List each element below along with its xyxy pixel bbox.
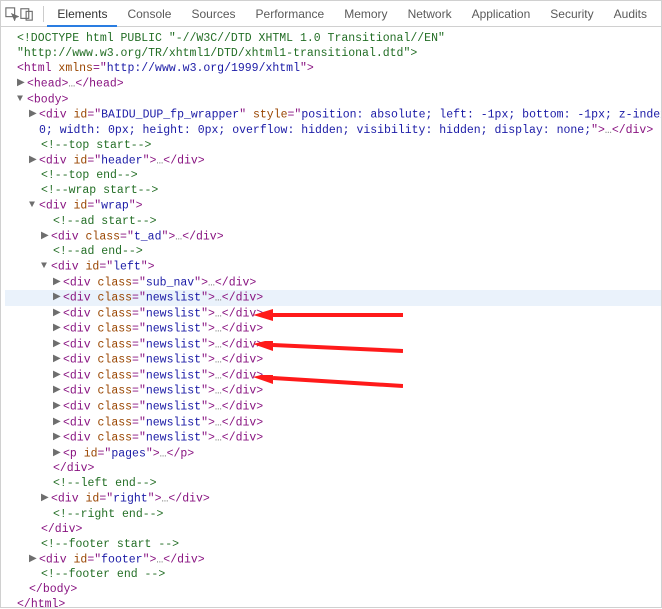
- expand-icon[interactable]: ▶: [17, 76, 27, 91]
- comment-left-end[interactable]: <!--left end-->: [5, 476, 661, 491]
- right-div[interactable]: ▶<div id="right">…</div>: [5, 491, 661, 507]
- comment-top-end[interactable]: <!--top end-->: [5, 168, 661, 183]
- tab-performance[interactable]: Performance: [246, 1, 335, 27]
- newslist-div[interactable]: ▶<div class="newslist">…</div>: [5, 368, 661, 384]
- tab-network[interactable]: Network: [398, 1, 462, 27]
- t-ad-div[interactable]: ▶<div class="t_ad">…</div>: [5, 229, 661, 245]
- newslist-div[interactable]: ▶<div class="newslist">…</div>: [5, 352, 661, 368]
- expand-icon[interactable]: ▶: [53, 275, 63, 290]
- dom-tree[interactable]: <!DOCTYPE html PUBLIC "-//W3C//DTD XHTML…: [1, 27, 661, 609]
- expand-icon[interactable]: ▶: [53, 337, 63, 352]
- left-div-close[interactable]: </div>: [5, 461, 661, 476]
- comment-ad-start[interactable]: <!--ad start-->: [5, 214, 661, 229]
- head-node[interactable]: ▶<head>…</head>: [5, 76, 661, 92]
- expand-icon[interactable]: ▶: [53, 399, 63, 414]
- expand-icon[interactable]: ▶: [53, 290, 63, 305]
- comment-ad-end[interactable]: <!--ad end-->: [5, 244, 661, 259]
- body-close[interactable]: </body>: [5, 582, 661, 597]
- tab-security[interactable]: Security: [540, 1, 603, 27]
- comment-top-start[interactable]: <!--top start-->: [5, 138, 661, 153]
- comment-footer-start[interactable]: <!--footer start -->: [5, 537, 661, 552]
- newslist-div[interactable]: ▶<div class="newslist">…</div>: [5, 321, 661, 337]
- newslist-div[interactable]: ▶<div class="newslist">…</div>: [5, 306, 661, 322]
- comment-wrap-start[interactable]: <!--wrap start-->: [5, 183, 661, 198]
- expand-icon[interactable]: ▶: [53, 321, 63, 336]
- expand-icon[interactable]: ▶: [41, 229, 51, 244]
- expand-icon[interactable]: ▶: [53, 430, 63, 445]
- expand-icon[interactable]: ▶: [29, 153, 39, 168]
- wrap-div-open[interactable]: ▼<div id="wrap">: [5, 198, 661, 214]
- wrap-div-close[interactable]: </div>: [5, 522, 661, 537]
- tab-memory[interactable]: Memory: [334, 1, 397, 27]
- header-div[interactable]: ▶<div id="header">…</div>: [5, 153, 661, 169]
- baidu-dup-div[interactable]: ▶<div id="BAIDU_DUP_fp_wrapper" style="p…: [5, 107, 661, 123]
- tab-application[interactable]: Application: [462, 1, 541, 27]
- comment-right-end[interactable]: <!--right end-->: [5, 507, 661, 522]
- collapse-icon[interactable]: ▼: [41, 259, 51, 274]
- baidu-dup-div-cont[interactable]: 0; width: 0px; height: 0px; overflow: hi…: [5, 123, 661, 138]
- footer-div[interactable]: ▶<div id="footer">…</div>: [5, 552, 661, 568]
- newslist-div[interactable]: ▶<div class="newslist">…</div>: [5, 415, 661, 431]
- expand-icon[interactable]: ▶: [29, 107, 39, 122]
- expand-icon[interactable]: ▶: [53, 306, 63, 321]
- doctype-line[interactable]: "http://www.w3.org/TR/xhtml1/DTD/xhtml1-…: [5, 46, 661, 61]
- separator: [43, 6, 44, 22]
- newslist-div[interactable]: ▶<div class="newslist">…</div>: [5, 290, 661, 306]
- expand-icon[interactable]: ▶: [53, 383, 63, 398]
- collapse-icon[interactable]: ▼: [17, 92, 27, 107]
- newslist-div[interactable]: ▶<div class="newslist">…</div>: [5, 337, 661, 353]
- body-open[interactable]: ▼<body>: [5, 92, 661, 108]
- expand-icon[interactable]: ▶: [29, 552, 39, 567]
- collapse-icon[interactable]: ▼: [29, 198, 39, 213]
- tab-audits[interactable]: Audits: [604, 1, 657, 27]
- tab-elements[interactable]: Elements: [47, 1, 117, 27]
- expand-icon[interactable]: ▶: [53, 415, 63, 430]
- left-div-open[interactable]: ▼<div id="left">: [5, 259, 661, 275]
- tab-sources[interactable]: Sources: [181, 1, 245, 27]
- expand-icon[interactable]: ▶: [53, 368, 63, 383]
- expand-icon[interactable]: ▶: [41, 491, 51, 506]
- doctype-line[interactable]: <!DOCTYPE html PUBLIC "-//W3C//DTD XHTML…: [5, 31, 661, 46]
- html-open[interactable]: <html xmlns="http://www.w3.org/1999/xhtm…: [5, 61, 661, 76]
- device-toggle-icon[interactable]: [20, 1, 35, 27]
- pages-p[interactable]: ▶<p id="pages">…</p>: [5, 446, 661, 462]
- devtools-toolbar: Elements Console Sources Performance Mem…: [1, 1, 661, 27]
- expand-icon[interactable]: ▶: [53, 352, 63, 367]
- expand-icon[interactable]: ▶: [53, 446, 63, 461]
- comment-footer-end[interactable]: <!--footer end -->: [5, 567, 661, 582]
- inspect-element-icon[interactable]: [5, 1, 20, 27]
- sub-nav-div[interactable]: ▶<div class="sub_nav">…</div>: [5, 275, 661, 291]
- newslist-div[interactable]: ▶<div class="newslist">…</div>: [5, 430, 661, 446]
- tab-console[interactable]: Console: [117, 1, 181, 27]
- newslist-div[interactable]: ▶<div class="newslist">…</div>: [5, 383, 661, 399]
- newslist-div[interactable]: ▶<div class="newslist">…</div>: [5, 399, 661, 415]
- html-close[interactable]: </html>: [5, 597, 661, 609]
